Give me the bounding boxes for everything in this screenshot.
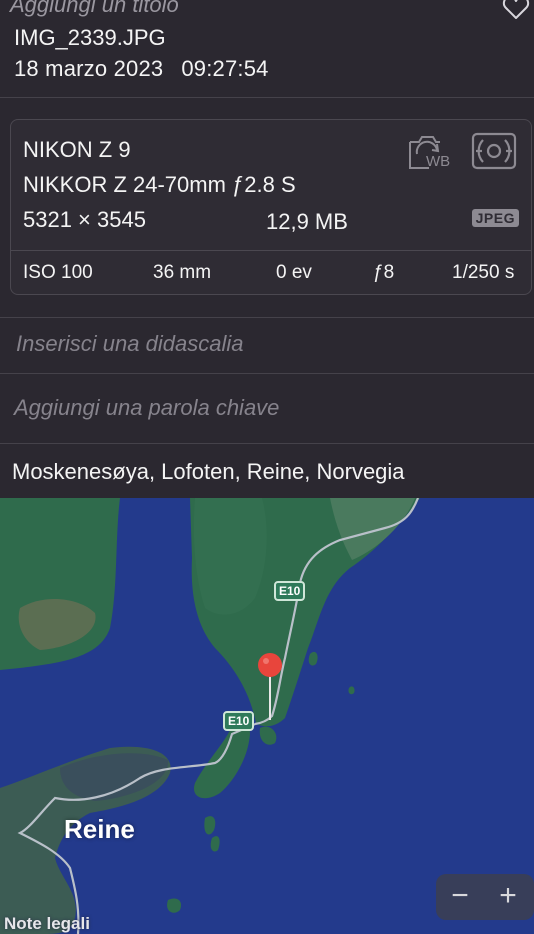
exif-focal-length: 36 mm	[153, 262, 212, 283]
image-dimensions: 5321 × 3545	[23, 207, 146, 232]
exif-iso: ISO 100	[23, 262, 93, 283]
photo-info-panel: Aggiungi un titolo IMG_2339.JPG 18 marzo…	[0, 0, 534, 934]
capture-time: 09:27:54	[181, 56, 269, 81]
location-map[interactable]: E10 E10	[0, 498, 534, 934]
format-badge: JPEG	[471, 209, 519, 227]
metering-icon	[471, 132, 517, 170]
card-divider	[11, 250, 531, 251]
exif-shutter: 1/250 s	[452, 262, 515, 283]
filename: IMG_2339.JPG	[14, 25, 166, 50]
white-balance-icon: WB	[409, 136, 450, 170]
divider	[0, 373, 534, 374]
map-place-label: Reine	[64, 814, 135, 844]
heart-icon[interactable]	[502, 0, 530, 22]
file-size: 12,9 MB	[266, 209, 348, 234]
road-label-e10: E10	[223, 711, 255, 731]
capture-date: 18 marzo 2023	[14, 56, 164, 81]
exif-aperture: ƒ8	[373, 262, 395, 283]
lens-model: NIKKOR Z 24-70mm ƒ2.8 S	[23, 172, 296, 197]
svg-text:WB: WB	[426, 153, 450, 170]
road-label-e10: E10	[274, 581, 306, 601]
map-canvas	[0, 498, 534, 934]
divider	[0, 317, 534, 318]
caption-field[interactable]: Inserisci una didascalia	[16, 331, 243, 357]
exif-exposure: 0 ev	[276, 262, 312, 283]
zoom-in-button[interactable]: +	[484, 874, 532, 920]
legal-notes-link[interactable]: Note legali	[4, 914, 90, 934]
camera-model: NIKON Z 9	[23, 137, 131, 162]
location-label: Moskenesøya, Lofoten, Reine, Norvegia	[12, 459, 405, 484]
exif-card: NIKON Z 9 NIKKOR Z 24-70mm ƒ2.8 S 5321 ×…	[10, 119, 532, 295]
capture-datetime: 18 marzo 2023 09:27:54	[14, 56, 269, 82]
divider	[0, 97, 534, 98]
title-field[interactable]: Aggiungi un titolo	[10, 0, 179, 18]
keyword-field[interactable]: Aggiungi una parola chiave	[14, 395, 279, 421]
zoom-out-button[interactable]: −	[436, 874, 484, 920]
divider	[0, 443, 534, 444]
map-zoom-control: − +	[436, 874, 534, 920]
photo-header: Aggiungi un titolo IMG_2339.JPG 18 marzo…	[0, 0, 534, 97]
